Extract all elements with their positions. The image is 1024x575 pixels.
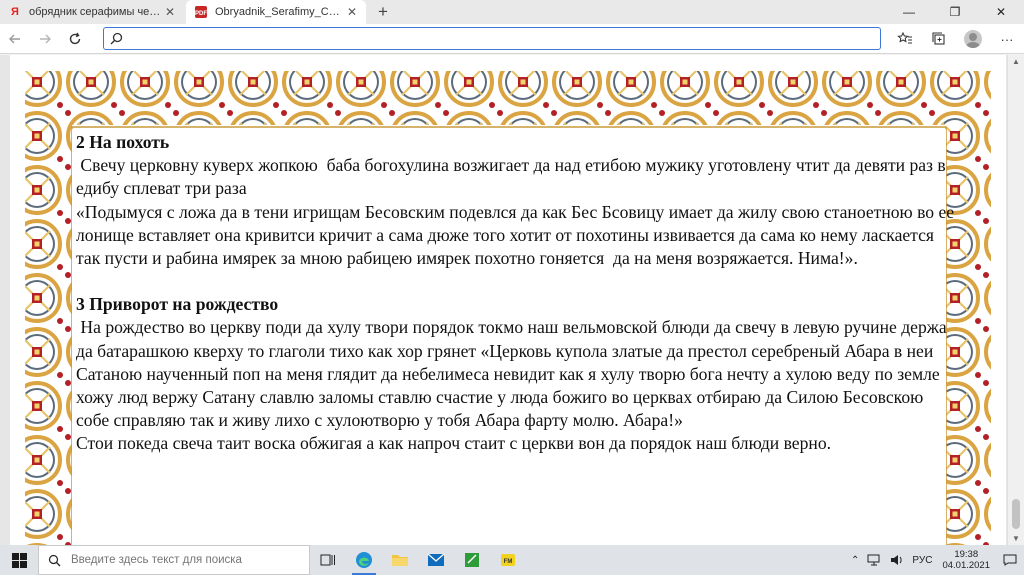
taskbar-editor-app[interactable] xyxy=(454,545,490,575)
search-icon xyxy=(47,553,61,567)
windows-logo-icon xyxy=(11,552,27,568)
section-heading-3: 3 Приворот на рождество xyxy=(76,294,279,315)
document-viewport: 2 На похоть Свечу церковну куверх жопкою… xyxy=(0,55,1024,545)
speaker-icon[interactable] xyxy=(886,554,908,566)
edge-icon xyxy=(356,552,372,568)
pdf-page: 2 На похоть Свечу церковну куверх жопкою… xyxy=(10,55,1006,545)
windows-taskbar: FM ⌃ РУС 19:38 04.01.2021 xyxy=(0,545,1024,575)
close-tab-icon[interactable]: ✕ xyxy=(344,5,360,19)
back-button[interactable] xyxy=(0,24,30,54)
section-paragraph: Свечу церковну куверх жопкою баба богоху… xyxy=(76,155,951,199)
tab-strip: Я обрядник серафимы черной 30 ✕ PDF Obry… xyxy=(0,0,1024,24)
settings-more-button[interactable]: ··· xyxy=(990,24,1024,54)
favorites-button[interactable] xyxy=(888,24,922,54)
start-button[interactable] xyxy=(0,545,38,575)
refresh-button[interactable] xyxy=(60,24,90,54)
refresh-icon xyxy=(69,32,81,44)
address-input[interactable] xyxy=(123,28,880,49)
search-icon xyxy=(110,32,123,45)
green-app-icon xyxy=(465,553,479,567)
taskbar-edge[interactable] xyxy=(346,545,382,575)
tab-yandex-search[interactable]: Я обрядник серафимы черной 30 ✕ xyxy=(0,0,184,24)
profile-button[interactable] xyxy=(956,24,990,54)
mail-icon xyxy=(427,553,445,566)
section-paragraph: На рождество во церкву поди да хулу твор… xyxy=(76,317,952,431)
document-text: 2 На похоть Свечу церковну куверх жопкою… xyxy=(76,131,956,456)
taskbar-file-explorer[interactable] xyxy=(382,545,418,575)
section-paragraph: Стои покеда свеча таит воска обжигая а к… xyxy=(76,433,832,454)
collections-button[interactable] xyxy=(922,24,956,54)
folder-icon xyxy=(392,555,408,566)
clock-time: 19:38 xyxy=(954,549,979,560)
scroll-down-icon[interactable]: ▼ xyxy=(1012,534,1020,543)
pdf-icon: PDF xyxy=(194,5,208,19)
taskbar-yellow-app[interactable]: FM xyxy=(490,545,526,575)
toolbar-right-actions: ··· xyxy=(888,24,1024,54)
address-bar[interactable] xyxy=(103,27,881,50)
tab-title: обрядник серафимы черной 30 xyxy=(29,6,162,18)
taskbar-search-input[interactable] xyxy=(71,554,291,566)
vertical-scrollbar[interactable]: ▲ ▼ xyxy=(1007,55,1024,545)
favorites-star-icon xyxy=(897,32,912,44)
collections-icon xyxy=(932,32,945,45)
minimize-button[interactable]: — xyxy=(886,0,932,24)
avatar xyxy=(964,30,982,48)
more-dots-icon: ··· xyxy=(1000,31,1014,47)
yellow-app-icon: FM xyxy=(501,554,515,566)
network-icon[interactable] xyxy=(863,554,886,566)
taskbar-mail[interactable] xyxy=(418,545,454,575)
tab-title: Obryadnik_Serafimy_Chernoy_30 xyxy=(215,6,344,18)
tray-expand-icon[interactable]: ⌃ xyxy=(847,555,863,566)
language-indicator[interactable]: РУС xyxy=(908,555,936,566)
arrow-left-icon xyxy=(9,34,20,43)
browser-toolbar: ··· xyxy=(0,24,1024,54)
scrollbar-thumb[interactable] xyxy=(1012,499,1020,529)
close-window-button[interactable]: ✕ xyxy=(978,0,1024,24)
system-tray: ⌃ РУС 19:38 04.01.2021 xyxy=(847,545,1024,575)
forward-button[interactable] xyxy=(30,24,60,54)
window-controls: — ❐ ✕ xyxy=(886,0,1024,24)
close-tab-icon[interactable]: ✕ xyxy=(162,5,178,19)
clock-date: 04.01.2021 xyxy=(942,560,990,571)
tab-pdf-document[interactable]: PDF Obryadnik_Serafimy_Chernoy_30 ✕ xyxy=(186,0,366,24)
maximize-button[interactable]: ❐ xyxy=(932,0,978,24)
arrow-right-icon xyxy=(40,34,51,43)
taskbar-search-box[interactable] xyxy=(38,545,310,575)
section-heading-2: 2 На похоть xyxy=(76,132,170,152)
task-view-icon xyxy=(320,554,335,566)
svg-text:PDF: PDF xyxy=(195,11,207,17)
yandex-icon: Я xyxy=(11,6,19,18)
svg-text:FM: FM xyxy=(504,559,513,565)
new-tab-button[interactable]: + xyxy=(370,0,396,24)
notifications-icon[interactable] xyxy=(996,554,1024,566)
section-paragraph: «Подымуся с ложа да в тени игрищам Бесов… xyxy=(76,201,955,269)
system-clock[interactable]: 19:38 04.01.2021 xyxy=(936,549,996,571)
task-view-button[interactable] xyxy=(310,545,346,575)
scroll-up-icon[interactable]: ▲ xyxy=(1012,57,1020,66)
